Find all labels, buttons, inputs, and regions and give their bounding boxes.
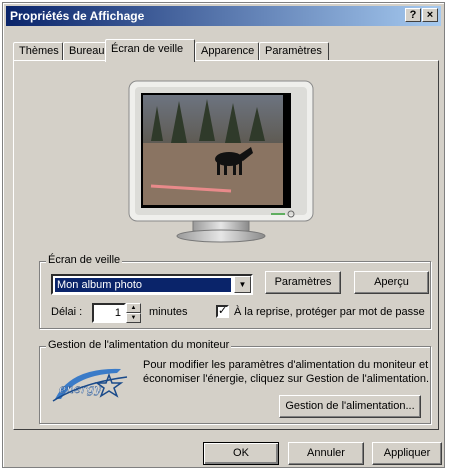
tab-themes[interactable]: Thèmes [13, 42, 63, 61]
cancel-button[interactable]: Annuler [288, 442, 364, 465]
close-button[interactable]: × [422, 8, 438, 22]
display-properties-window: Propriétés de Affichage ? × Thèmes Burea… [2, 2, 445, 468]
tab-panel [13, 60, 439, 430]
help-button[interactable]: ? [405, 8, 421, 22]
tab-appearance[interactable]: Apparence [195, 42, 259, 61]
ok-button[interactable]: OK [203, 442, 279, 465]
window-title: Propriétés de Affichage [10, 9, 145, 23]
tab-settings[interactable]: Paramètres [259, 42, 329, 61]
title-bar[interactable]: Propriétés de Affichage ? × [6, 6, 441, 26]
tab-screensaver[interactable]: Écran de veille [105, 39, 195, 62]
apply-button[interactable]: Appliquer [372, 442, 442, 465]
tab-desktop[interactable]: Bureau [63, 42, 107, 61]
